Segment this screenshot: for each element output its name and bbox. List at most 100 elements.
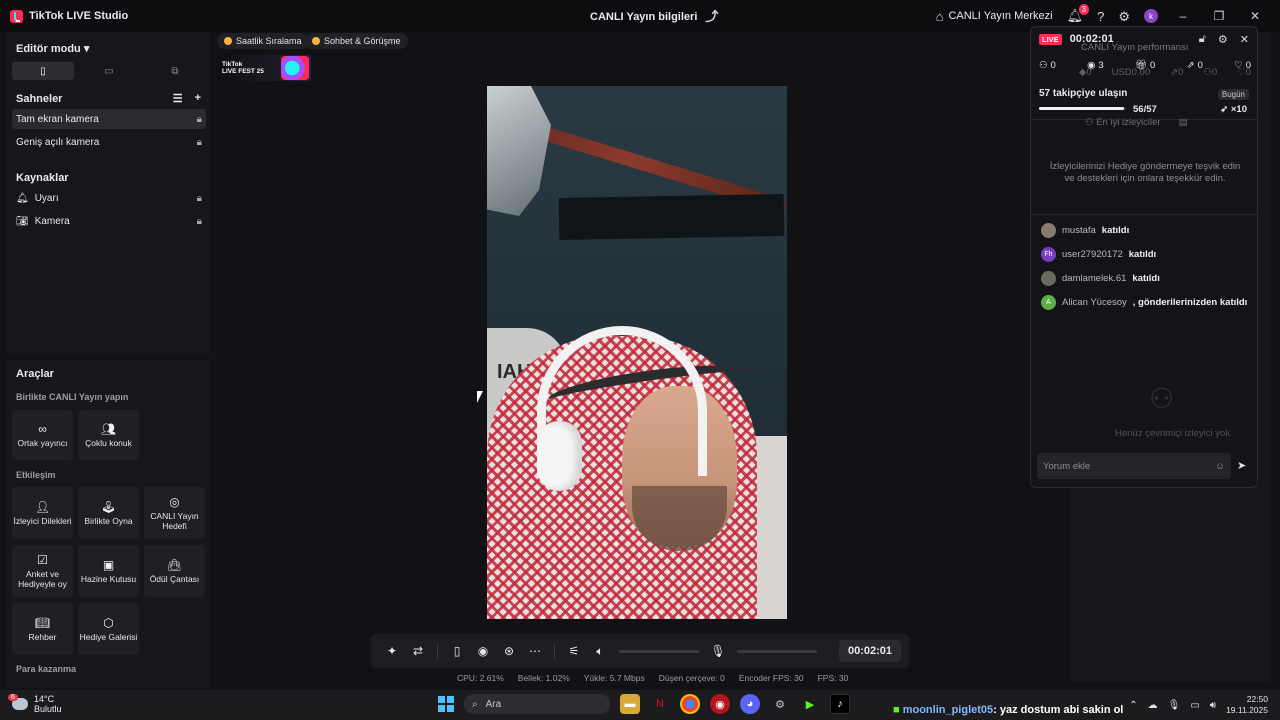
tool-treasure-box-button[interactable]: ▣ Hazine Kutusu xyxy=(78,545,139,597)
source-label: Kamera xyxy=(34,215,70,227)
speaker-icon[interactable]: 🔈︎ xyxy=(587,644,613,659)
phone-icon[interactable]: ▯ xyxy=(444,644,470,658)
netflix-icon[interactable]: N xyxy=(650,694,670,714)
windows-start-icon[interactable] xyxy=(438,696,454,712)
live-fest-line1: TikTok xyxy=(222,61,243,68)
dual-mode-tab[interactable]: ⧉ xyxy=(144,62,206,80)
chevron-up-icon[interactable]: ⌃ xyxy=(1129,700,1137,711)
lock-icon[interactable]: 🔒︎ xyxy=(197,114,202,125)
tool-viewer-requests-button[interactable]: 👤︎ İzleyici Dilekleri xyxy=(12,487,73,539)
search-placeholder: Ara xyxy=(485,698,502,710)
steam-icon[interactable]: ⚙ xyxy=(770,694,790,714)
hourly-ranking-chip[interactable]: Saatlik Sıralama xyxy=(217,33,309,49)
app-window: TikTok LIVE Studio CANLI Yayın bilgileri… xyxy=(0,0,1280,690)
kick-icon[interactable]: ▶ xyxy=(800,694,820,714)
scene-item-fullscreen-camera[interactable]: Tam ekran kamera 🔒︎ xyxy=(12,109,206,129)
best-viewers-tab[interactable]: ⚇ En iyi izleyiciler ▤ xyxy=(1085,117,1188,128)
record-icon[interactable]: ◉ xyxy=(470,644,496,658)
users-icon: ⚇ xyxy=(1039,60,1048,71)
divider xyxy=(1031,214,1257,215)
maximize-icon[interactable]: ❐ xyxy=(1208,9,1230,23)
effects-wand-icon[interactable]: ✦ xyxy=(379,644,405,658)
activity-feed-item[interactable]: A Alican Yücesoy , gönderilerinizden kat… xyxy=(1041,295,1247,310)
microphone-icon[interactable]: 🎙︎ xyxy=(705,644,731,658)
taskbar-search[interactable]: ⌕ Ara xyxy=(464,694,610,714)
lock-icon[interactable]: 🔒︎ xyxy=(197,137,202,148)
tool-cohost-button[interactable]: ∞ Ortak yayıncı xyxy=(12,410,73,460)
activity-feed-item[interactable]: mustafa katıldı xyxy=(1041,223,1129,238)
activity-feed-item[interactable]: Fh user27920172 katıldı xyxy=(1041,247,1156,262)
lock-icon[interactable]: 🔒︎ xyxy=(197,216,202,227)
ticker-message: : yaz dostum abi sakin ol xyxy=(993,704,1124,716)
help-icon[interactable]: ? xyxy=(1097,10,1104,23)
progress-fill xyxy=(1039,107,1125,110)
tiktok-studio-icon[interactable]: ♪ xyxy=(830,694,850,714)
audio-settings-icon[interactable]: ⚟ xyxy=(561,644,587,658)
follower-goal-title: 57 takipçiye ulaşın xyxy=(1039,88,1128,99)
multiplier-value: ×10 xyxy=(1230,104,1247,115)
tool-multiguest-button[interactable]: 👥︎ Çoklu konuk xyxy=(78,410,139,460)
portrait-mode-tab[interactable]: ▯ xyxy=(12,62,74,80)
tool-poll-button[interactable]: ☑ Anket ve Hediyeyle oy xyxy=(12,545,73,597)
user-avatar[interactable]: k xyxy=(1144,9,1158,23)
layout-swap-icon[interactable]: ⇄ xyxy=(405,644,431,658)
tool-gift-gallery-button[interactable]: ⬡ Hediye Galerisi xyxy=(78,603,139,655)
live-fest-art xyxy=(281,56,309,80)
tool-guide-button[interactable]: 📖︎ Rehber xyxy=(12,603,73,655)
poll-icon: ☑ xyxy=(37,552,48,567)
source-item-alert[interactable]: 🔔︎ Uyarı 🔒︎ xyxy=(12,188,206,208)
discord-icon[interactable]: ◕ xyxy=(740,694,760,714)
close-icon[interactable]: ✕ xyxy=(1240,33,1249,46)
camera-switch-icon[interactable]: ⊛ xyxy=(496,644,522,658)
microphone-icon[interactable]: 🎙︎ xyxy=(1168,700,1181,711)
source-item-camera[interactable]: 📷︎ Kamera 🔒︎ xyxy=(12,211,206,231)
file-explorer-icon[interactable]: ▬ xyxy=(620,694,640,714)
live-center-button[interactable]: ⌂ CANLI Yayın Merkezi xyxy=(936,10,1053,23)
emoji-icon[interactable]: ☺ xyxy=(1215,461,1225,472)
notifications-button[interactable]: 🔔︎ 3 xyxy=(1067,4,1090,23)
scene-item-wide-camera[interactable]: Geniş açılı kamera 🔒︎ xyxy=(12,132,206,152)
feed-action: , gönderilerinizden katıldı xyxy=(1132,297,1248,308)
comment-input[interactable]: Yorum ekle ☺ xyxy=(1037,453,1231,479)
document-icon[interactable]: ▤ xyxy=(1179,117,1188,128)
microphone-volume-slider[interactable] xyxy=(737,649,817,653)
app-title: TikTok LIVE Studio xyxy=(29,10,129,22)
lock-icon[interactable]: 🔒︎ xyxy=(197,193,202,204)
list-icon[interactable]: ☰ xyxy=(173,92,183,105)
live-info-button[interactable]: CANLI Yayın bilgileri ⤴ xyxy=(590,10,718,23)
clock-date: 19.11.2025 xyxy=(1226,705,1268,715)
more-icon[interactable]: ⋯ xyxy=(522,644,548,658)
chat-call-chip[interactable]: Sohbet & Görüşme xyxy=(305,33,408,49)
volume-icon[interactable]: 🔊︎ xyxy=(1210,700,1216,711)
editor-mode-dropdown[interactable]: Editör modu ▾ xyxy=(16,42,89,55)
opera-gx-icon[interactable]: ◉ xyxy=(710,694,730,714)
landscape-mode-tab[interactable]: ▭ xyxy=(78,62,140,80)
onedrive-icon[interactable]: ☁ xyxy=(1148,700,1158,711)
tool-play-together-button[interactable]: 🕹︎ Birlikte Oyna xyxy=(78,487,139,539)
tool-label: Anket ve Hediyeyle oy xyxy=(18,568,67,589)
tool-reward-bag-button[interactable]: 👜︎ Ödül Çantası xyxy=(144,545,205,597)
unlock-icon[interactable]: 🔓︎ xyxy=(1199,33,1206,46)
live-fest-banner[interactable]: TikTok LIVE FEST 25 xyxy=(218,55,311,81)
temperature: 14°C xyxy=(34,694,55,704)
views-metric: ◉ 3 xyxy=(1087,60,1104,71)
cpu-stat: CPU: 2.61% xyxy=(457,673,504,683)
settings-gear-icon[interactable]: ⚙ xyxy=(1218,33,1228,46)
activity-feed-item[interactable]: damlamelek.61 katıldı xyxy=(1041,271,1160,286)
link-icon: ∞ xyxy=(38,421,47,436)
tool-live-goal-button[interactable]: ◎ CANLI Yayın Hedefi xyxy=(144,487,205,539)
chrome-icon[interactable] xyxy=(680,694,700,714)
avatar xyxy=(1041,271,1056,286)
close-icon[interactable]: ✕ xyxy=(1244,9,1266,23)
settings-gear-icon[interactable]: ⚙ xyxy=(1118,10,1130,23)
camera-preview[interactable]: IAH xyxy=(487,86,787,619)
tools-panel: Araçlar Birlikte CANLI Yayın yapın ∞ Ort… xyxy=(6,360,211,688)
display-icon[interactable]: ▭ xyxy=(1190,700,1199,711)
add-scene-icon[interactable]: + xyxy=(195,92,201,105)
weather-widget[interactable]: 6 14°C Bulutlu xyxy=(8,694,62,714)
clock[interactable]: 22:50 19.11.2025 xyxy=(1226,694,1268,716)
avatar xyxy=(1041,223,1056,238)
minimize-icon[interactable]: – xyxy=(1172,9,1194,23)
speaker-volume-slider[interactable] xyxy=(619,649,699,653)
send-icon[interactable]: ➤ xyxy=(1237,459,1246,472)
